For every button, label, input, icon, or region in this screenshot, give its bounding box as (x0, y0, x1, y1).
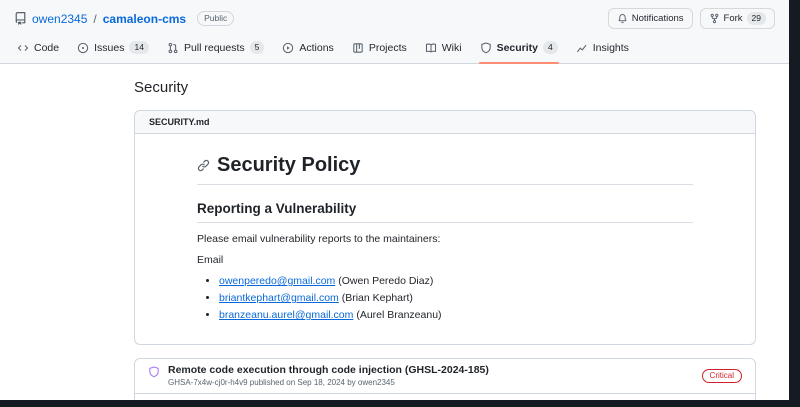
advisory-row[interactable]: Stored XSS through user file upload (GHS… (135, 393, 755, 400)
tab-wiki[interactable]: Wiki (416, 33, 471, 63)
bell-icon (617, 13, 628, 24)
tab-label: Code (34, 41, 60, 54)
policy-subheading: Reporting a Vulnerability (197, 201, 693, 223)
repo-name-link[interactable]: camaleon-cms (103, 12, 186, 26)
tab-label: Actions (299, 41, 334, 54)
tab-label: Projects (368, 41, 407, 54)
contact-email-link[interactable]: branzeanu.aurel@gmail.com (219, 309, 353, 321)
contact-name: (Aurel Branzeanu) (353, 309, 442, 321)
tab-label: Security (496, 41, 539, 54)
fork-button[interactable]: Fork 29 (699, 8, 775, 29)
contact-email-link[interactable]: briantkephart@gmail.com (219, 292, 339, 304)
visibility-badge: Public (197, 11, 235, 26)
repo-nav: Code Issues 14 Pull requests 5 Actions Project… (0, 33, 789, 64)
contact-item: branzeanu.aurel@gmail.com (Aurel Branzea… (219, 309, 693, 321)
contact-item: briantkephart@gmail.com (Brian Kephart) (219, 292, 693, 304)
policy-heading: Security Policy (217, 154, 361, 176)
tab-security[interactable]: Security 4 (471, 33, 567, 64)
tab-count: 4 (543, 41, 558, 54)
fork-count: 29 (746, 12, 766, 25)
tab-count: 5 (249, 41, 265, 54)
issue-icon (77, 42, 89, 54)
insights-icon (576, 42, 588, 54)
contact-item: owenperedo@gmail.com (Owen Peredo Diaz) (219, 275, 693, 287)
page-title: Security (134, 79, 189, 96)
advisory-row[interactable]: Remote code execution through code injec… (135, 359, 755, 393)
tab-label: Issues (94, 41, 125, 54)
tab-label: Pull requests (183, 41, 245, 54)
github-page: owen2345 / camaleon-cms Public Notificat… (0, 0, 789, 400)
shield-icon (480, 42, 492, 54)
contact-name: (Owen Peredo Diaz) (335, 275, 434, 287)
policy-intro: Please email vulnerability reports to th… (197, 233, 441, 245)
tab-insights[interactable]: Insights (567, 33, 638, 63)
code-icon (17, 42, 29, 54)
actions-icon (282, 42, 294, 54)
fork-icon (709, 13, 720, 24)
policy-heading-row: Security Policy (197, 154, 693, 185)
repo-header-area: owen2345 / camaleon-cms Public Notificat… (0, 0, 789, 64)
link-icon[interactable] (197, 159, 210, 172)
severity-badge: Critical (701, 368, 742, 383)
policy-file-name: SECURITY.md (135, 111, 755, 134)
tab-pull-requests[interactable]: Pull requests 5 (158, 33, 273, 63)
notifications-button[interactable]: Notifications (607, 8, 693, 29)
main-content: Security SECURITY.md Security Policy Rep… (134, 79, 756, 400)
tab-issues[interactable]: Issues 14 (68, 33, 158, 63)
advisory-shield-icon (148, 366, 160, 378)
projects-icon (352, 42, 364, 54)
fork-label: Fork (723, 13, 743, 24)
tab-actions[interactable]: Actions (273, 33, 342, 63)
repo-icon (14, 12, 27, 25)
repo-owner-link[interactable]: owen2345 (32, 12, 87, 26)
breadcrumb: owen2345 / camaleon-cms Public (14, 11, 235, 26)
pull-request-icon (167, 42, 179, 54)
contact-name: (Brian Kephart) (338, 292, 413, 304)
advisory-list: Remote code execution through code injec… (134, 358, 756, 400)
policy-email-label: Email (197, 254, 224, 266)
tab-code[interactable]: Code (8, 33, 68, 63)
contact-list: owenperedo@gmail.com (Owen Peredo Diaz) b… (197, 275, 693, 321)
security-policy-box: SECURITY.md Security Policy Reporting a … (134, 110, 756, 345)
tab-projects[interactable]: Projects (343, 33, 416, 63)
advisory-meta: GHSA-7x4w-cj0r-h4v9 published on Sep 18,… (168, 378, 395, 387)
advisory-title-link[interactable]: Stored XSS through user file upload (GHS… (168, 399, 435, 400)
breadcrumb-separator: / (93, 11, 97, 26)
wiki-icon (425, 42, 437, 54)
tab-label: Wiki (441, 41, 462, 54)
tab-label: Insights (592, 41, 629, 54)
contact-email-link[interactable]: owenperedo@gmail.com (219, 275, 335, 287)
advisory-title-link[interactable]: Remote code execution through code injec… (168, 364, 489, 377)
notifications-label: Notifications (631, 13, 684, 24)
tab-count: 14 (129, 41, 149, 54)
